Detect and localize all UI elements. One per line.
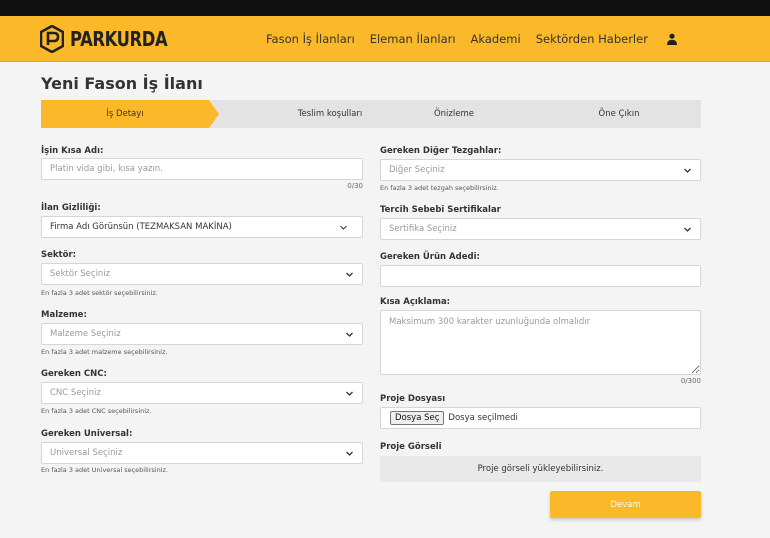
universal-select[interactable]: Universal Seçiniz [41,442,363,464]
site-header: PARKURDA Fason İş İlanları Eleman İlanla… [0,16,770,62]
sector-hint: En fazla 3 adet sektör seçebilirsiniz. [41,289,158,297]
privacy-select-value: Firma Adı Görünsün (TEZMAKSAN MAKİNA) [50,222,232,232]
logo[interactable]: PARKURDA [40,25,189,53]
nav-fason-jobs[interactable]: Fason İş İlanları [266,32,355,46]
logo-text: PARKURDA [70,27,168,51]
sector-label: Sektör: [41,250,77,260]
quantity-label: Gereken Ürün Adedi: [380,252,480,262]
chevron-down-icon [684,227,691,232]
other-benches-placeholder: Diğer Seçiniz [389,165,445,175]
sector-select-placeholder: Sektör Seçiniz [50,269,111,279]
privacy-label: İlan Gizliliği: [41,203,101,213]
other-benches-select[interactable]: Diğer Seçiniz [380,159,701,181]
file-status: Dosya seçilmedi [448,413,518,423]
step-active-arrow [209,100,219,128]
cnc-label: Gereken CNC: [41,369,107,379]
chevron-down-icon [346,451,353,456]
material-select-placeholder: Malzeme Seçiniz [50,329,121,339]
material-hint: En fazla 3 adet malzeme seçebilirsiniz. [41,348,168,356]
job-name-label: İşin Kısa Adı: [41,146,104,156]
project-file-input: Dosya Seç Dosya seçilmedi [380,407,701,429]
chevron-down-icon [346,391,353,396]
certificates-placeholder: Sertifika Seçiniz [389,224,457,234]
universal-hint: En fazla 3 adet Universal seçebilirsiniz… [41,466,168,474]
project-file-label: Proje Dosyası [380,394,446,404]
logo-icon [40,25,64,53]
choose-file-button[interactable]: Dosya Seç [390,411,445,425]
main-nav: Fason İş İlanları Eleman İlanları Akadem… [266,32,678,46]
project-image-upload[interactable]: Proje görseli yükleyebilirsiniz. [380,456,701,482]
quantity-input[interactable] [380,265,701,287]
certificates-select[interactable]: Sertifika Seçiniz [380,218,701,240]
job-name-counter: 0/30 [347,182,363,190]
top-black-bar [0,0,770,16]
sector-select[interactable]: Sektör Seçiniz [41,263,363,285]
certificates-label: Tercih Sebebi Sertifikalar [380,205,501,215]
nav-sector-news[interactable]: Sektörden Haberler [536,32,648,46]
cnc-select-placeholder: CNC Seçiniz [50,388,101,398]
job-name-input[interactable] [41,158,363,180]
description-textarea[interactable] [380,310,701,375]
chevron-down-icon [684,168,691,173]
chevron-down-icon [340,225,347,230]
other-benches-label: Gereken Diğer Tezgahlar: [380,146,502,156]
project-image-label: Proje Görseli [380,442,442,452]
material-label: Malzeme: [41,310,87,320]
nav-academy[interactable]: Akademi [471,32,521,46]
step-bar: İş Detayı Teslim koşulları Önizleme Öne … [41,100,701,128]
cnc-hint: En fazla 3 adet CNC seçebilirsiniz. [41,407,152,415]
description-counter: 0/300 [680,377,701,385]
universal-select-placeholder: Universal Seçiniz [50,448,123,458]
universal-label: Gereken Universal: [41,429,133,439]
other-benches-hint: En fazla 3 adet tezgah seçebilirsiniz. [380,184,499,192]
step-preview[interactable]: Önizleme [371,100,537,128]
user-icon[interactable] [666,33,678,45]
description-label: Kısa Açıklama: [380,297,451,307]
step-feature[interactable]: Öne Çıkın [537,100,701,128]
chevron-down-icon [346,332,353,337]
page-title: Yeni Fason İş İlanı [41,74,203,93]
step-job-detail[interactable]: İş Detayı [41,100,209,128]
cnc-select[interactable]: CNC Seçiniz [41,382,363,404]
continue-button[interactable]: Devam [550,491,701,518]
nav-employee-jobs[interactable]: Eleman İlanları [370,32,456,46]
privacy-select[interactable]: Firma Adı Görünsün (TEZMAKSAN MAKİNA) [41,216,363,238]
material-select[interactable]: Malzeme Seçiniz [41,323,363,345]
chevron-down-icon [346,272,353,277]
